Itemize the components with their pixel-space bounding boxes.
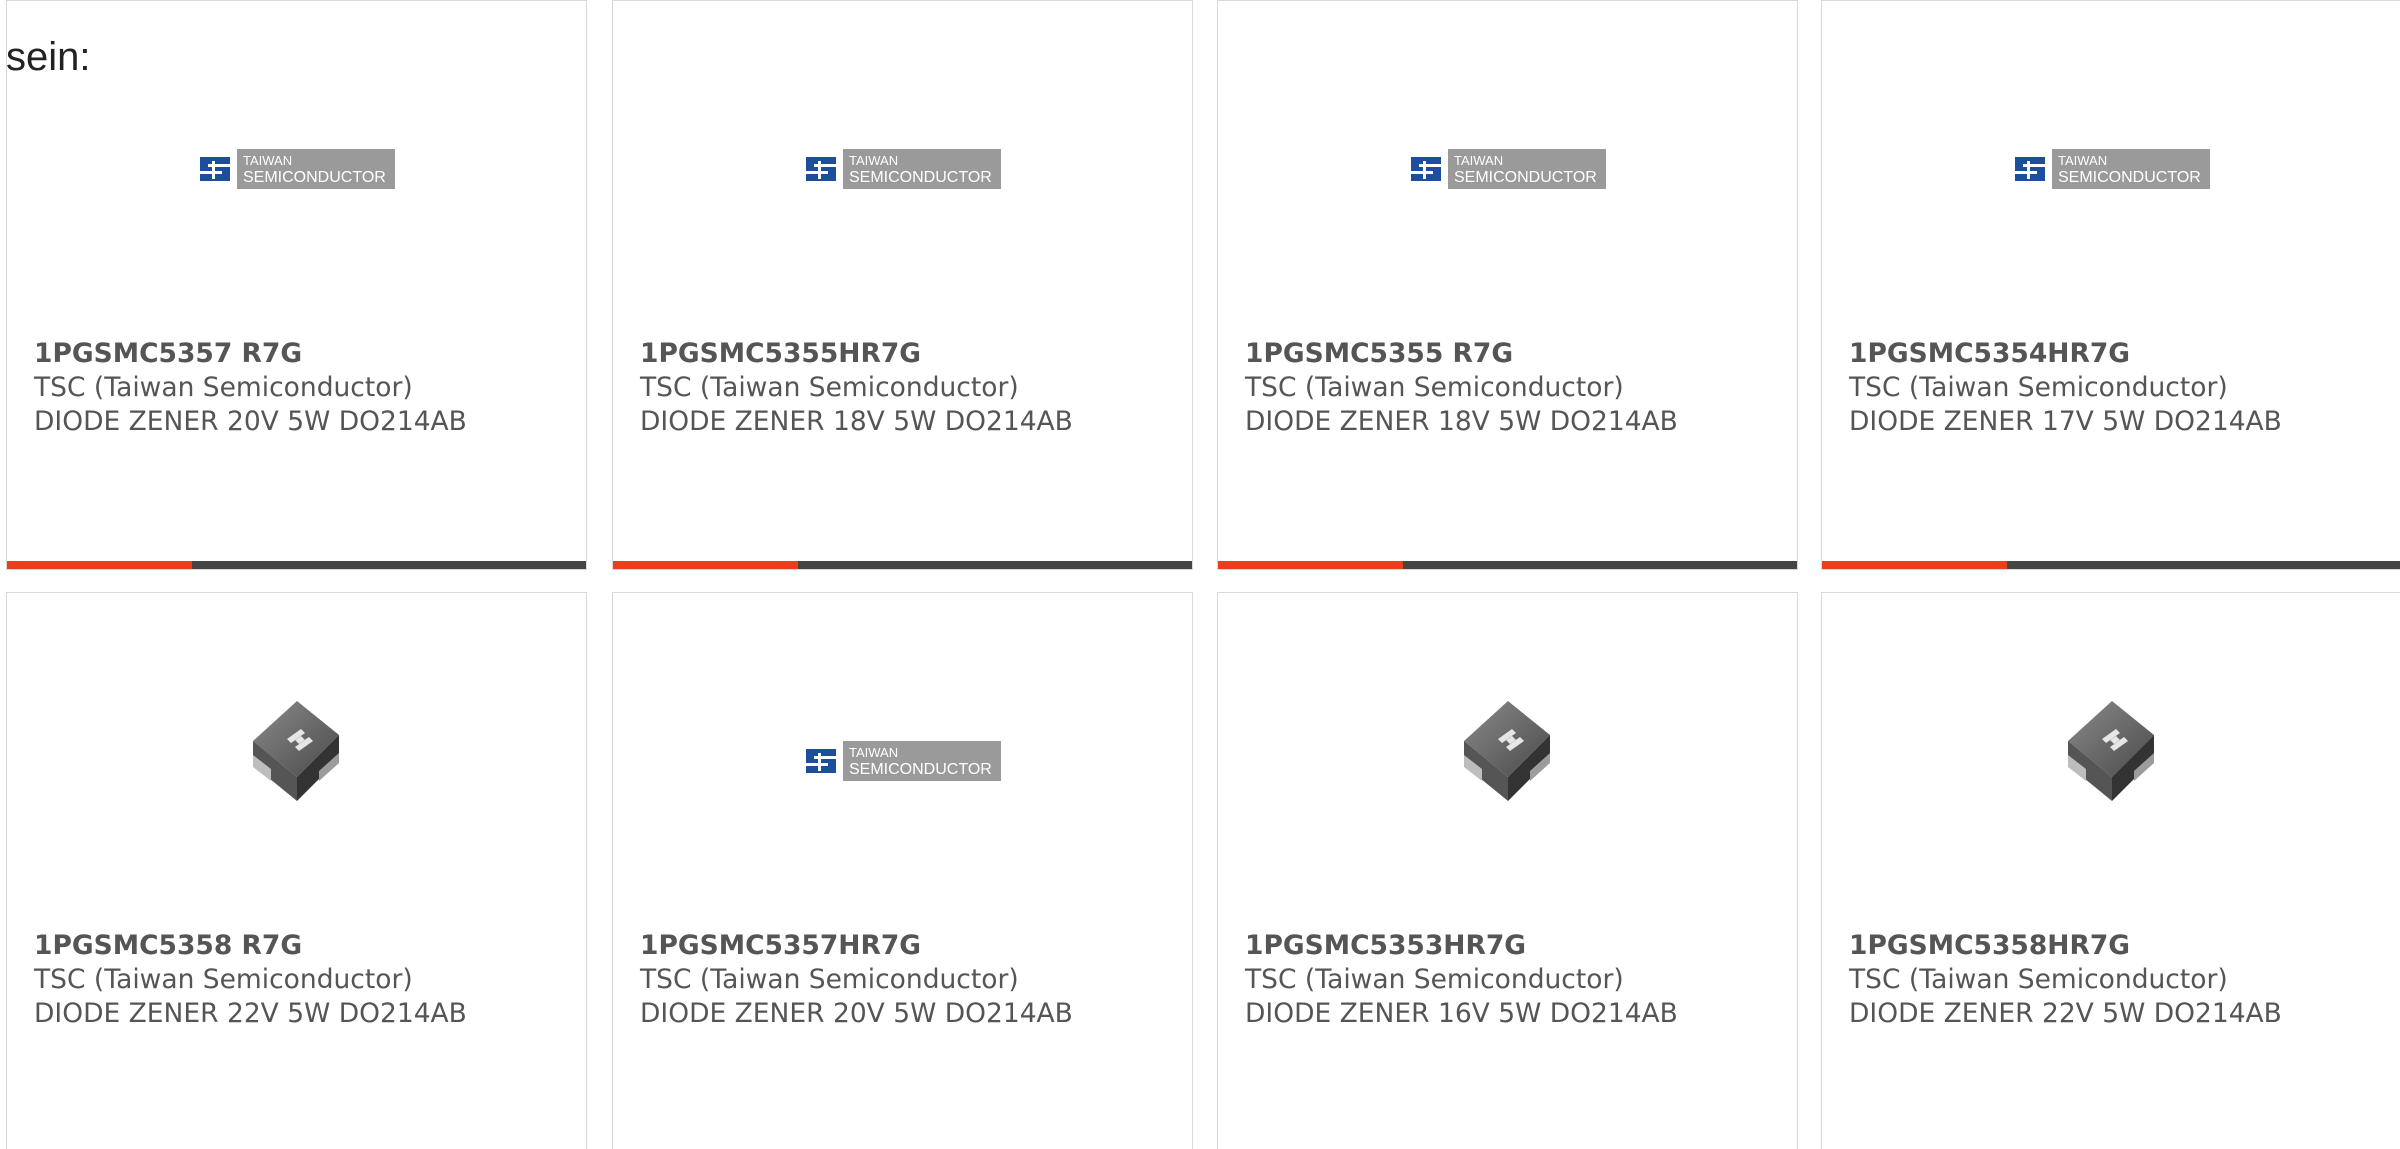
part-number[interactable]: 1PGSMC5355HR7G xyxy=(640,337,1182,371)
product-image[interactable]: TAIWAN SEMICONDUCTOR xyxy=(613,593,1192,931)
product-info: 1PGSMC5353HR7G TSC (Taiwan Semiconductor)… xyxy=(1245,929,1787,1031)
product-card[interactable]: 1PGSMC5358HR7G TSC (Taiwan Semiconductor)… xyxy=(1821,592,2400,1149)
product-info: 1PGSMC5358 R7G TSC (Taiwan Semiconductor)… xyxy=(34,929,576,1031)
description: DIODE ZENER 20V 5W DO214AB xyxy=(34,406,467,437)
product-info: 1PGSMC5358HR7G TSC (Taiwan Semiconductor)… xyxy=(1849,929,2391,1031)
description: DIODE ZENER 16V 5W DO214AB xyxy=(1245,998,1678,1029)
product-card[interactable]: TAIWAN SEMICONDUCTOR 1PGSMC5355 R7G TSC (… xyxy=(1217,0,1798,570)
description: DIODE ZENER 18V 5W DO214AB xyxy=(640,406,1073,437)
part-number[interactable]: 1PGSMC5357HR7G xyxy=(640,929,1182,963)
product-info: 1PGSMC5357HR7G TSC (Taiwan Semiconductor)… xyxy=(640,929,1182,1031)
diode-package-image xyxy=(252,701,339,801)
product-image[interactable] xyxy=(7,593,586,931)
tsc-logo: TAIWAN SEMICONDUCTOR xyxy=(1407,149,1606,189)
part-number[interactable]: 1PGSMC5358HR7G xyxy=(1849,929,2391,963)
logo-line-2: SEMICONDUCTOR xyxy=(849,169,992,186)
product-image[interactable]: TAIWAN SEMICONDUCTOR xyxy=(7,1,586,339)
manufacturer: TSC (Taiwan Semiconductor) xyxy=(640,964,1019,995)
logo-line-1: TAIWAN xyxy=(1454,153,1503,168)
logo-line-1: TAIWAN xyxy=(849,153,898,168)
card-progress-bar xyxy=(1822,561,2400,569)
product-image[interactable] xyxy=(1822,593,2400,931)
description: DIODE ZENER 17V 5W DO214AB xyxy=(1849,406,2282,437)
part-number[interactable]: 1PGSMC5355 R7G xyxy=(1245,337,1787,371)
diode-package-image xyxy=(2067,701,2154,801)
part-number[interactable]: 1PGSMC5357 R7G xyxy=(34,337,576,371)
manufacturer: TSC (Taiwan Semiconductor) xyxy=(640,372,1019,403)
manufacturer: TSC (Taiwan Semiconductor) xyxy=(34,964,413,995)
product-card[interactable]: TAIWAN SEMICONDUCTOR 1PGSMC5357HR7G TSC (… xyxy=(612,592,1193,1149)
description: DIODE ZENER 18V 5W DO214AB xyxy=(1245,406,1678,437)
product-info: 1PGSMC5357 R7G TSC (Taiwan Semiconductor)… xyxy=(34,337,576,439)
product-info: 1PGSMC5355 R7G TSC (Taiwan Semiconductor)… xyxy=(1245,337,1787,439)
manufacturer: TSC (Taiwan Semiconductor) xyxy=(1245,372,1624,403)
logo-line-2: SEMICONDUCTOR xyxy=(849,761,992,778)
description: DIODE ZENER 22V 5W DO214AB xyxy=(34,998,467,1029)
part-number[interactable]: 1PGSMC5353HR7G xyxy=(1245,929,1787,963)
product-card[interactable]: TAIWAN SEMICONDUCTOR 1PGSMC5354HR7G TSC (… xyxy=(1821,0,2400,570)
card-progress-fill xyxy=(613,561,799,569)
card-progress-bar xyxy=(7,561,586,569)
card-progress-bar xyxy=(1218,561,1797,569)
product-card[interactable]: 1PGSMC5358 R7G TSC (Taiwan Semiconductor)… xyxy=(6,592,587,1149)
card-progress-fill xyxy=(7,561,193,569)
logo-line-1: TAIWAN xyxy=(2058,153,2107,168)
card-progress-fill xyxy=(1822,561,2008,569)
product-card[interactable]: 1PGSMC5353HR7G TSC (Taiwan Semiconductor)… xyxy=(1217,592,1798,1149)
product-image[interactable]: TAIWAN SEMICONDUCTOR xyxy=(1822,1,2400,339)
product-image[interactable]: TAIWAN SEMICONDUCTOR xyxy=(613,1,1192,339)
product-info: 1PGSMC5354HR7G TSC (Taiwan Semiconductor)… xyxy=(1849,337,2391,439)
manufacturer: TSC (Taiwan Semiconductor) xyxy=(1245,964,1624,995)
tsc-logo: TAIWAN SEMICONDUCTOR xyxy=(2011,149,2210,189)
product-image[interactable] xyxy=(1218,593,1797,931)
manufacturer: TSC (Taiwan Semiconductor) xyxy=(1849,372,2228,403)
logo-line-2: SEMICONDUCTOR xyxy=(1454,169,1597,186)
description: DIODE ZENER 20V 5W DO214AB xyxy=(640,998,1073,1029)
product-info: 1PGSMC5355HR7G TSC (Taiwan Semiconductor)… xyxy=(640,337,1182,439)
logo-line-2: SEMICONDUCTOR xyxy=(243,169,386,186)
product-card[interactable]: TAIWAN SEMICONDUCTOR 1PGSMC5355HR7G TSC (… xyxy=(612,0,1193,570)
description: DIODE ZENER 22V 5W DO214AB xyxy=(1849,998,2282,1029)
tsc-logo: TAIWAN SEMICONDUCTOR xyxy=(196,149,395,189)
card-progress-fill xyxy=(1218,561,1404,569)
tsc-logo: TAIWAN SEMICONDUCTOR xyxy=(802,741,1001,781)
product-image[interactable]: TAIWAN SEMICONDUCTOR xyxy=(1218,1,1797,339)
diode-package-image xyxy=(1463,701,1550,801)
manufacturer: TSC (Taiwan Semiconductor) xyxy=(34,372,413,403)
logo-line-2: SEMICONDUCTOR xyxy=(2058,169,2201,186)
intro-text: sein: xyxy=(6,35,91,79)
card-progress-bar xyxy=(613,561,1192,569)
part-number[interactable]: 1PGSMC5358 R7G xyxy=(34,929,576,963)
part-number[interactable]: 1PGSMC5354HR7G xyxy=(1849,337,2391,371)
tsc-logo: TAIWAN SEMICONDUCTOR xyxy=(802,149,1001,189)
logo-line-1: TAIWAN xyxy=(243,153,292,168)
logo-line-1: TAIWAN xyxy=(849,745,898,760)
product-card[interactable]: TAIWAN SEMICONDUCTOR 1PGSMC5357 R7G TSC (… xyxy=(6,0,587,570)
product-grid-page: sein: TAIWAN SEMICONDUCTOR 1PGSMC5357 R7… xyxy=(0,0,2400,1149)
manufacturer: TSC (Taiwan Semiconductor) xyxy=(1849,964,2228,995)
